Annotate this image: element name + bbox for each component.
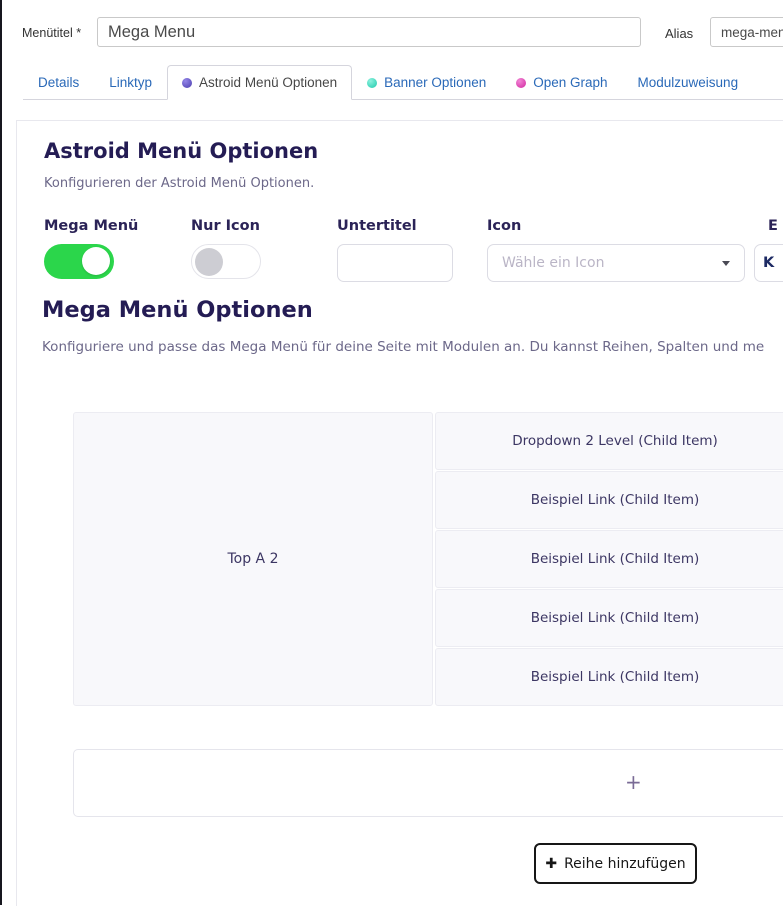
icon-select[interactable]: Wähle ein Icon	[487, 244, 745, 282]
megamenu-parent-cell[interactable]: Top A 2	[73, 412, 433, 706]
toggle-knob	[82, 247, 110, 275]
tab-astroid-menu-options[interactable]: Astroid Menü Optionen	[167, 65, 352, 100]
subtitle-label: Untertitel	[337, 218, 417, 234]
tab-label: Modulzuweisung	[638, 75, 739, 90]
tab-label: Open Graph	[533, 75, 607, 90]
icon-only-label: Nur Icon	[191, 218, 260, 234]
plus-icon: +	[625, 770, 642, 794]
truncated-field-label: E	[768, 218, 778, 234]
toggle-knob	[195, 248, 223, 276]
section-title-megamenu: Mega Menü Optionen	[42, 297, 313, 323]
megamenu-child-cell[interactable]: Beispiel Link (Child Item)	[435, 648, 783, 706]
add-row-button-label: Reihe hinzufügen	[564, 856, 686, 872]
window-left-edge	[0, 0, 2, 905]
menu-title-input[interactable]	[97, 17, 641, 47]
megamenu-child-column: Dropdown 2 Level (Child Item) Beispiel L…	[435, 412, 783, 707]
tab-details[interactable]: Details	[23, 66, 94, 99]
alias-input[interactable]	[710, 17, 783, 47]
add-row-button[interactable]: ✚ Reihe hinzufügen	[534, 843, 697, 884]
menu-title-label: Menütitel *	[22, 26, 81, 40]
subtitle-input[interactable]	[337, 244, 453, 282]
alias-label: Alias	[665, 26, 693, 41]
astroid-dot-icon	[182, 78, 192, 88]
chevron-down-icon	[722, 261, 730, 266]
tab-modulzuweisung[interactable]: Modulzuweisung	[623, 66, 754, 99]
section-title-astroid: Astroid Menü Optionen	[44, 139, 318, 163]
icon-label: Icon	[487, 218, 521, 234]
tab-open-graph[interactable]: Open Graph	[501, 66, 622, 99]
empty-row-add-area[interactable]: +	[73, 749, 783, 817]
truncated-field-select[interactable]: K	[754, 244, 783, 282]
megamenu-child-cell[interactable]: Beispiel Link (Child Item)	[435, 530, 783, 588]
section-description-astroid: Konfigurieren der Astroid Menü Optionen.	[44, 176, 314, 191]
truncated-field-value: K	[763, 255, 774, 271]
open-graph-dot-icon	[516, 78, 526, 88]
tab-label: Banner Optionen	[384, 75, 486, 90]
tab-banner-options[interactable]: Banner Optionen	[352, 66, 501, 99]
astroid-options-panel: Astroid Menü Optionen Konfigurieren der …	[16, 120, 783, 906]
megamenu-child-cell[interactable]: Dropdown 2 Level (Child Item)	[435, 412, 783, 470]
mega-menu-label: Mega Menü	[44, 218, 138, 234]
icon-only-toggle[interactable]	[191, 244, 261, 279]
tab-bar: Details Linktyp Astroid Menü Optionen Ba…	[23, 66, 783, 100]
tab-linktyp[interactable]: Linktyp	[94, 66, 167, 99]
megamenu-child-cell[interactable]: Beispiel Link (Child Item)	[435, 471, 783, 529]
tab-label: Details	[38, 75, 79, 90]
plus-icon: ✚	[545, 856, 557, 872]
megamenu-child-cell[interactable]: Beispiel Link (Child Item)	[435, 589, 783, 647]
mega-menu-toggle[interactable]	[44, 244, 114, 279]
tab-label: Linktyp	[109, 75, 152, 90]
tab-label: Astroid Menü Optionen	[199, 75, 337, 90]
banner-dot-icon	[367, 78, 377, 88]
icon-select-placeholder: Wähle ein Icon	[502, 255, 604, 271]
section-description-megamenu: Konfiguriere und passe das Mega Menü für…	[42, 339, 783, 355]
